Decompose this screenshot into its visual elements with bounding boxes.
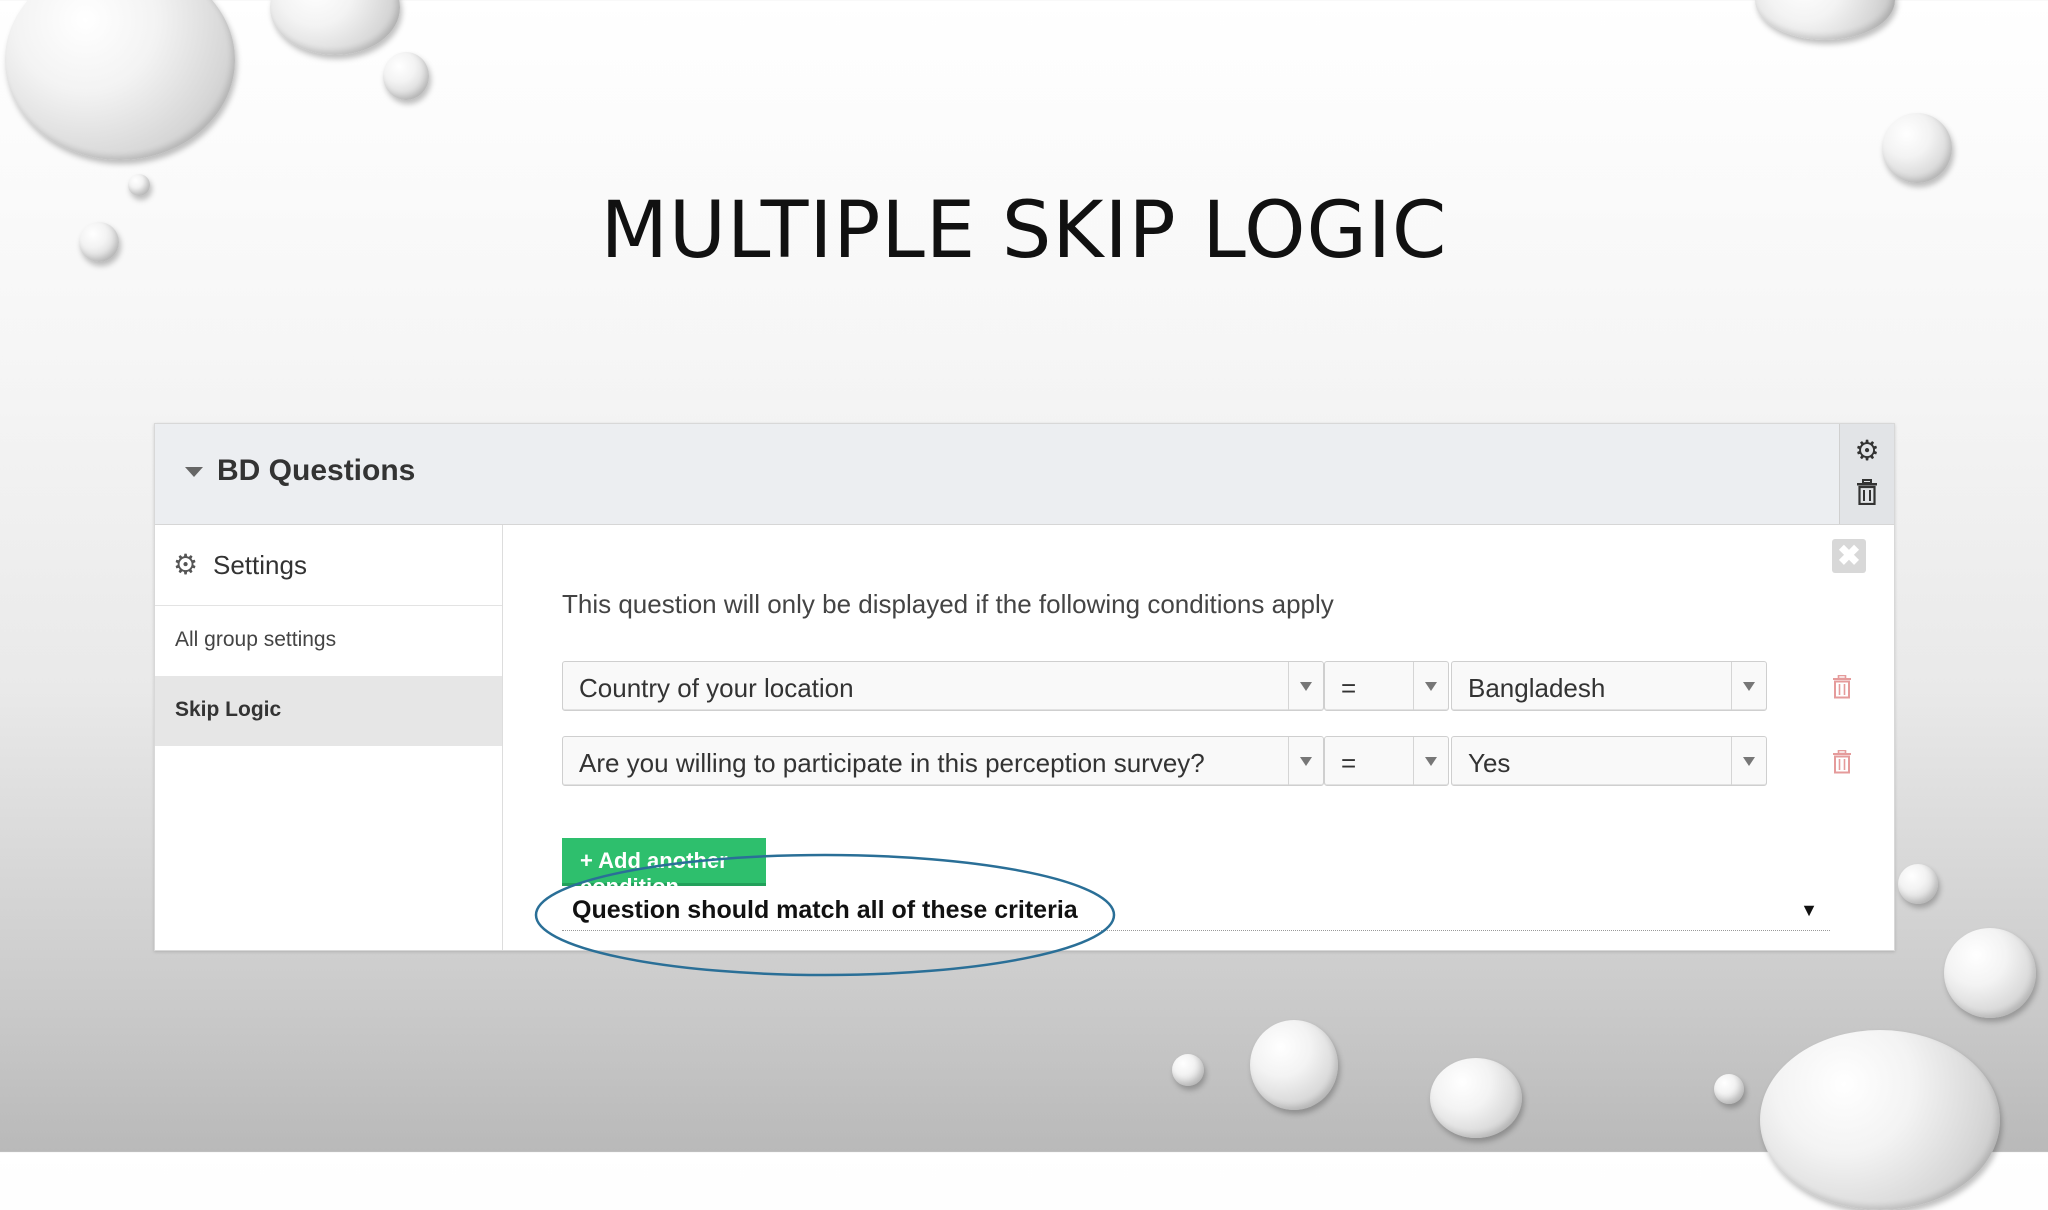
highlight-oval-annotation (534, 853, 1116, 977)
settings-gear-icon: ⚙ (173, 549, 199, 580)
water-drop-decoration (270, 0, 400, 55)
sidebar-item-label: All group settings (175, 628, 337, 651)
collapse-caret-icon[interactable] (185, 467, 203, 477)
question-select[interactable]: Are you willing to participate in this p… (562, 736, 1324, 786)
water-drop-decoration (1714, 1074, 1744, 1104)
gear-icon[interactable]: ⚙ (1852, 436, 1882, 466)
question-select-value: Country of your location (579, 673, 854, 703)
value-select[interactable]: Yes (1451, 736, 1767, 786)
chevron-down-icon[interactable] (1731, 662, 1766, 710)
water-drop-decoration (383, 52, 429, 100)
water-drop-decoration (1755, 0, 1895, 40)
chevron-down-icon[interactable] (1413, 737, 1448, 785)
caret-down-icon[interactable]: ▼ (1800, 900, 1818, 921)
delete-condition-trash-icon[interactable] (1832, 674, 1852, 704)
chevron-down-icon[interactable] (1288, 662, 1323, 710)
value-select-value: Yes (1468, 748, 1511, 778)
trash-icon[interactable] (1852, 479, 1882, 509)
sidebar-settings-label: Settings (213, 550, 307, 580)
sidebar-item-skip-logic[interactable]: Skip Logic (155, 676, 502, 746)
operator-select[interactable]: = (1324, 661, 1449, 711)
water-drop-decoration (1250, 1020, 1338, 1110)
value-select-value: Bangladesh (1468, 673, 1606, 703)
skip-logic-intro: This question will only be displayed if … (562, 589, 1334, 619)
water-drop-decoration (1898, 864, 1938, 904)
value-select[interactable]: Bangladesh (1451, 661, 1767, 711)
water-drop-decoration (1172, 1054, 1204, 1086)
sidebar-item-label: Skip Logic (175, 698, 282, 721)
question-select[interactable]: Country of your location (562, 661, 1324, 711)
water-drop-decoration (1760, 1030, 2000, 1210)
water-drop-decoration (1882, 113, 1952, 183)
chevron-down-icon[interactable] (1288, 737, 1323, 785)
settings-sidebar: ⚙ Settings All group settings Skip Logic (155, 525, 503, 950)
operator-select[interactable]: = (1324, 736, 1449, 786)
group-title: BD Questions (217, 454, 416, 487)
question-select-value: Are you willing to participate in this p… (579, 748, 1205, 778)
sidebar-item-all-group-settings[interactable]: All group settings (155, 606, 502, 676)
operator-select-value: = (1341, 748, 1357, 778)
operator-select-value: = (1341, 673, 1357, 703)
condition-row: Are you willing to participate in this p… (562, 736, 1805, 786)
panel-header[interactable]: BD Questions ⚙ (155, 424, 1894, 525)
chevron-down-icon[interactable] (1731, 737, 1766, 785)
slide-title: MULTIPLE SKIP LOGIC (600, 186, 1448, 276)
close-icon[interactable]: ✖ (1832, 539, 1866, 573)
water-drop-decoration (1430, 1058, 1522, 1138)
water-drop-decoration (5, 0, 235, 160)
delete-condition-trash-icon[interactable] (1832, 749, 1852, 779)
chevron-down-icon[interactable] (1413, 662, 1448, 710)
header-toolbar: ⚙ (1839, 424, 1894, 524)
water-drop-decoration (1944, 928, 2036, 1018)
sidebar-settings-header: ⚙ Settings (155, 525, 502, 606)
condition-row: Country of your location = Bangladesh (562, 661, 1805, 711)
